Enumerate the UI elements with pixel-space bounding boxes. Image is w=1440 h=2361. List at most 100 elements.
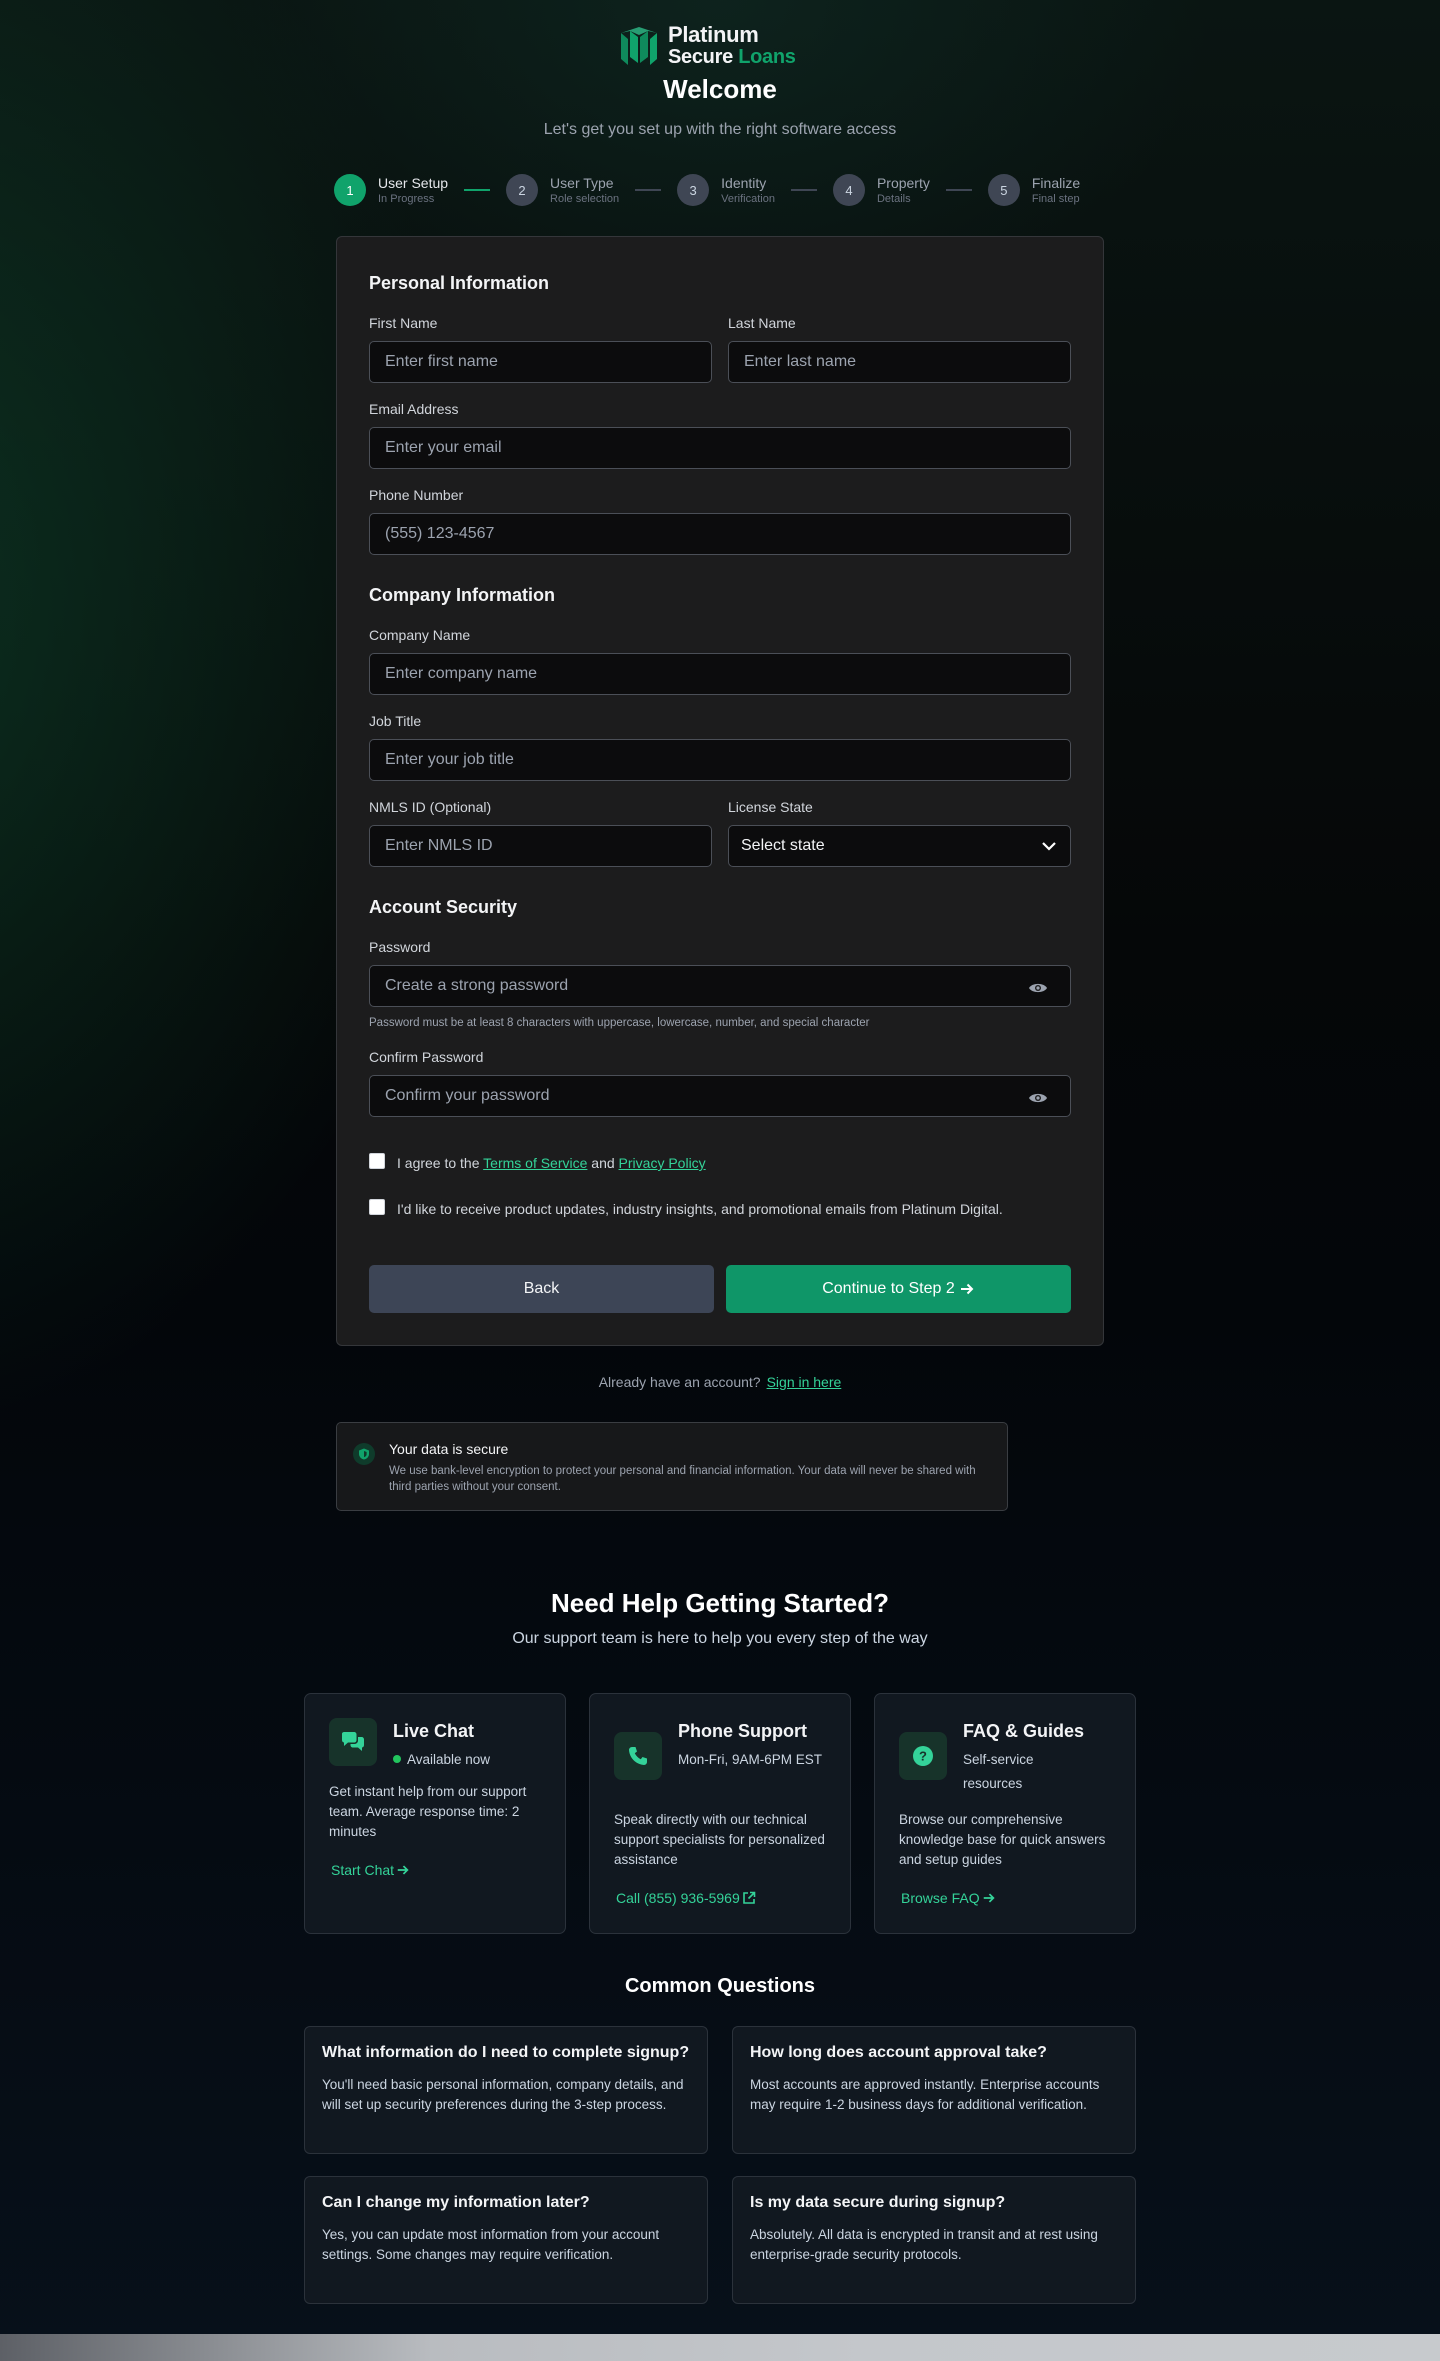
brand-name-line1: Platinum: [668, 22, 759, 47]
eye-icon[interactable]: [1028, 981, 1048, 995]
faq-item: Is my data secure during signup? Absolut…: [732, 2176, 1136, 2304]
step-title: User Type: [550, 174, 614, 191]
progress-stepper: 1 User Setup In Progress 2 User Type Role …: [334, 170, 1080, 210]
shield-icon: [353, 1443, 375, 1465]
svg-text:?: ?: [919, 1749, 927, 1764]
job-title-input[interactable]: [369, 739, 1071, 781]
job-title-label: Job Title: [369, 713, 422, 729]
step-5: 5 Finalize Final step: [987, 174, 1081, 206]
back-button[interactable]: Back: [369, 1265, 714, 1313]
terms-agreement-text: I agree to the Terms of Service and Priv…: [397, 1155, 706, 1171]
company-name-input[interactable]: [369, 653, 1071, 695]
help-subtitle: Our support team is here to help you eve…: [512, 1630, 928, 1647]
signup-form-card: Personal Information First Name Last Nam…: [336, 236, 1104, 1346]
browse-faq-link[interactable]: Browse FAQ: [901, 1890, 996, 1906]
nmls-id-input[interactable]: [369, 825, 712, 867]
card-description: Get instant help from our support team. …: [329, 1784, 527, 1839]
arrow-right-icon: [983, 1893, 995, 1903]
start-chat-link[interactable]: Start Chat: [331, 1862, 410, 1878]
step-3: 3 Identity Verification: [677, 174, 775, 206]
continue-button[interactable]: Continue to Step 2: [726, 1265, 1071, 1313]
last-name-input[interactable]: [728, 341, 1071, 383]
phone-support-card: Phone Support Mon-Fri, 9AM-6PM EST Speak…: [589, 1693, 851, 1934]
faq-question: How long does account approval take?: [750, 2044, 1047, 2061]
faq-answer: Absolutely. All data is encrypted in tra…: [750, 2227, 1098, 2262]
question-icon: ?: [899, 1732, 947, 1780]
step-status: Role selection: [550, 192, 620, 205]
arrow-right-icon: [960, 1283, 974, 1295]
step-title: User Setup: [378, 174, 449, 191]
availability-status: Available now: [393, 1748, 490, 1772]
footer-bar: [0, 2334, 1440, 2361]
email-label: Email Address: [369, 401, 459, 417]
privacy-policy-link[interactable]: Privacy Policy: [619, 1155, 706, 1171]
step-connector: [635, 189, 662, 191]
live-chat-card: Live Chat Available now Get instant help…: [304, 1693, 566, 1934]
step-status: Details: [876, 192, 911, 205]
step-status: Verification: [721, 192, 775, 205]
marketing-checkbox[interactable]: [369, 1199, 385, 1215]
account-security-heading: Account Security: [369, 897, 518, 917]
step-title: Finalize: [1031, 174, 1081, 191]
confirm-password-label: Confirm Password: [369, 1049, 484, 1065]
page-subtitle: Let's get you set up with the right soft…: [543, 121, 897, 138]
personal-info-heading: Personal Information: [369, 273, 550, 293]
step-status: In Progress: [378, 192, 435, 205]
faq-question: What information do I need to complete s…: [322, 2044, 690, 2061]
card-title: Live Chat: [393, 1721, 475, 1741]
page-title: Welcome: [663, 74, 777, 104]
chat-icon: [329, 1718, 377, 1766]
step-status: Final step: [1031, 192, 1080, 205]
first-name-label: First Name: [369, 315, 438, 331]
phone-label: Phone Number: [369, 487, 464, 503]
common-questions-heading: Common Questions: [624, 1975, 815, 1997]
company-info-heading: Company Information: [369, 585, 556, 605]
support-hours: Mon-Fri, 9AM-6PM EST: [678, 1752, 823, 1767]
continue-button-label: Continue to Step 2: [822, 1280, 955, 1297]
first-name-input[interactable]: [369, 341, 712, 383]
card-description: Speak directly with our technical suppor…: [614, 1812, 825, 1867]
faq-item: Can I change my information later? Yes, …: [304, 2176, 708, 2304]
faq-item: How long does account approval take? Mos…: [732, 2026, 1136, 2154]
faq-item: What information do I need to complete s…: [304, 2026, 708, 2154]
faq-guides-card: ? FAQ & Guides Self-service resources Br…: [874, 1693, 1136, 1934]
brand-name-line2: Secure Loans: [668, 46, 796, 68]
terms-of-service-link[interactable]: Terms of Service: [483, 1155, 587, 1171]
step-2: 2 User Type Role selection: [506, 174, 619, 206]
secure-text: We use bank-level encryption to protect …: [389, 1465, 976, 1493]
card-title: FAQ & Guides: [963, 1721, 1085, 1741]
password-input[interactable]: [369, 965, 1071, 1007]
step-number: 4: [832, 174, 865, 206]
step-4: 4 Property Details: [832, 174, 930, 206]
faq-answer: Yes, you can update most information fro…: [322, 2227, 660, 2262]
password-hint: Password must be at least 8 characters w…: [369, 1017, 870, 1029]
phone-icon: [614, 1732, 662, 1780]
confirm-password-input[interactable]: [369, 1075, 1071, 1117]
marketing-consent-text: I'd like to receive product updates, ind…: [397, 1201, 1003, 1217]
step-connector: [464, 189, 491, 191]
faq-answer: You'll need basic personal information, …: [322, 2077, 684, 2112]
logo-mark-icon: [621, 27, 657, 65]
eye-icon[interactable]: [1028, 1091, 1048, 1105]
terms-checkbox[interactable]: [369, 1153, 385, 1169]
faq-question: Is my data secure during signup?: [750, 2194, 1006, 2211]
license-state-value: Select state: [741, 837, 825, 854]
chevron-down-icon: [1042, 842, 1056, 851]
phone-input[interactable]: [369, 513, 1071, 555]
license-state-select[interactable]: Select state: [728, 825, 1071, 867]
card-title: Phone Support: [678, 1721, 807, 1741]
step-title: Identity: [721, 174, 767, 191]
brand-logo[interactable]: Platinum Secure Loans: [618, 24, 796, 68]
signin-link[interactable]: Sign in here: [767, 1374, 842, 1390]
online-dot-icon: [393, 1755, 401, 1763]
email-input[interactable]: [369, 427, 1071, 469]
call-support-link[interactable]: Call (855) 936-5969: [616, 1890, 756, 1906]
card-description: Browse our comprehensive knowledge base …: [899, 1812, 1106, 1867]
license-state-label: License State: [728, 799, 813, 815]
secure-title: Your data is secure: [389, 1441, 509, 1457]
step-title: Property: [876, 174, 930, 191]
password-label: Password: [369, 939, 431, 955]
step-1: 1 User Setup In Progress: [334, 174, 448, 206]
last-name-label: Last Name: [728, 315, 796, 331]
step-number: 2: [506, 174, 539, 206]
